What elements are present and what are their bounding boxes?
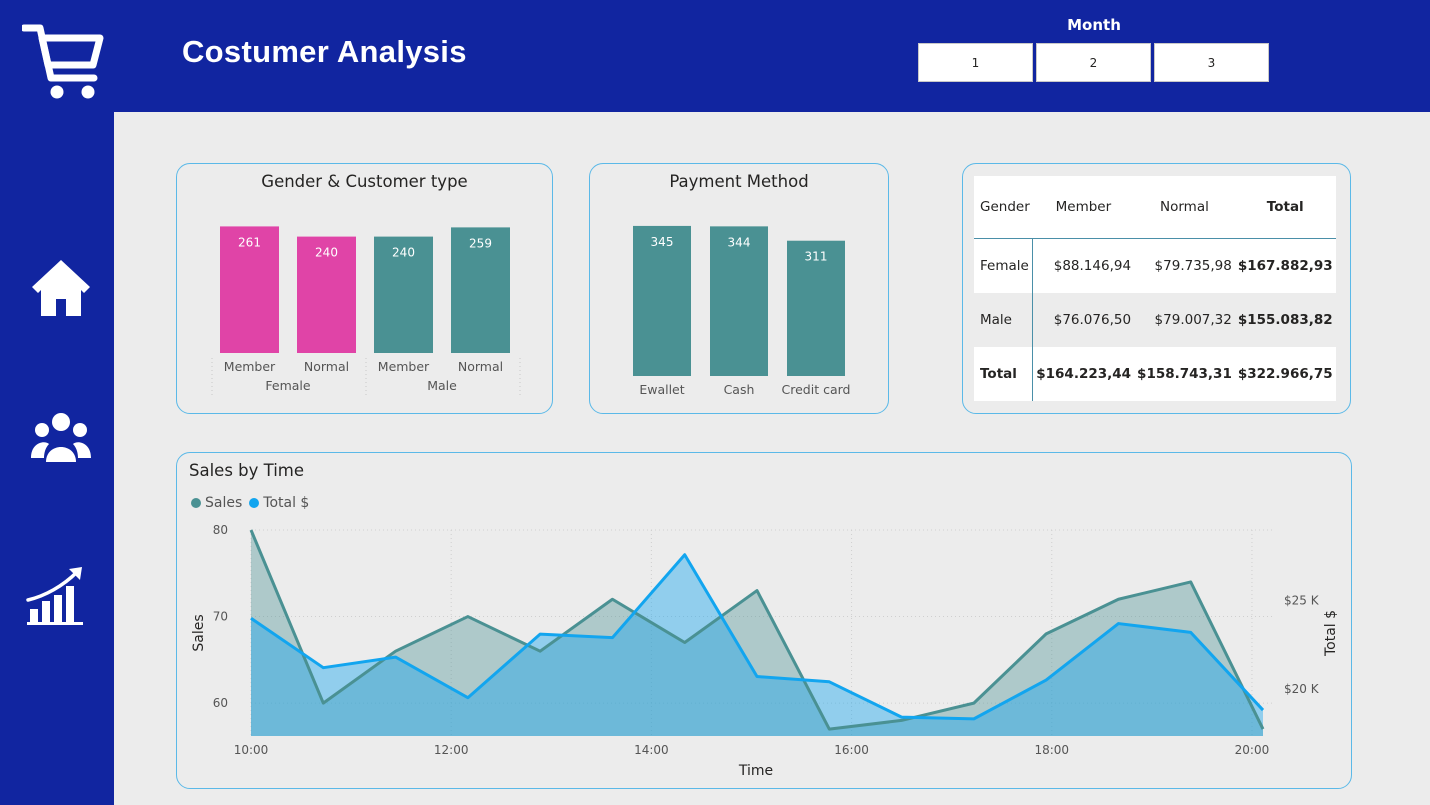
row-label-total: Total <box>974 347 1034 401</box>
home-icon[interactable] <box>30 258 92 320</box>
sidebar <box>0 0 114 805</box>
cell-value: $79.007,32 <box>1154 312 1232 328</box>
cell-total: $164.223,44 <box>1036 366 1132 382</box>
y-tick-label: 70 <box>213 610 228 624</box>
data-label: 259 <box>469 236 492 250</box>
month-option-3[interactable]: 3 <box>1154 43 1269 82</box>
cell-total: $158.743,31 <box>1137 366 1232 382</box>
data-label: 261 <box>238 235 261 249</box>
x-tick-label: 12:00 <box>434 743 469 757</box>
table-row: Female $88.146,94 $79.735,98 $167.882,93 <box>974 238 1336 293</box>
cell-value: $76.076,50 <box>1053 312 1132 328</box>
users-icon[interactable] <box>30 408 92 470</box>
x-tick-label: 14:00 <box>634 743 669 757</box>
sales-matrix: Gender Member Normal Total Female $88.14… <box>974 176 1336 401</box>
group-label: Male <box>427 378 457 393</box>
y-axis-title: Sales <box>191 614 207 651</box>
cell-total: $155.083,82 <box>1237 312 1333 328</box>
gender-customer-card: Gender & Customer type 261 Member 240 Norma… <box>176 163 553 414</box>
x-tick-label: 10:00 <box>234 743 269 757</box>
matrix-header-row: Gender Member Normal Total <box>974 176 1336 239</box>
table-row: Male $76.076,50 $79.007,32 $155.083,82 <box>974 293 1336 347</box>
category-label: Member <box>224 359 276 374</box>
x-axis-title: Time <box>738 763 773 779</box>
header-total[interactable]: Total <box>1234 176 1336 239</box>
month-slicer-label: Month <box>1067 16 1121 34</box>
category-label: Normal <box>458 359 503 374</box>
payment-method-card: Payment Method 345 Ewallet 344 Cash 311 Credi… <box>589 163 889 414</box>
data-label: 240 <box>392 246 415 260</box>
table-row: Total $164.223,44 $158.743,31 $322.966,7… <box>974 347 1336 401</box>
cell-value: $79.735,98 <box>1154 258 1232 274</box>
y-tick-label: 80 <box>213 523 228 537</box>
y2-tick-label: $25 K <box>1284 594 1320 608</box>
group-label: Female <box>265 378 311 393</box>
y2-tick-label: $20 K <box>1284 682 1320 696</box>
x-tick-label: 16:00 <box>834 743 869 757</box>
cell-grand-total: $322.966,75 <box>1237 366 1333 382</box>
data-label: 311 <box>805 250 828 264</box>
sales-by-time-card: Sales by Time Sales Total $ 80 70 60 $25 K $… <box>176 452 1352 789</box>
payment-method-chart: 345 Ewallet 344 Cash 311 Credit card <box>633 225 851 397</box>
category-label: Normal <box>304 359 349 374</box>
data-label: 344 <box>728 235 751 249</box>
row-label-male: Male <box>974 293 1034 347</box>
cart-icon[interactable] <box>22 20 104 100</box>
month-option-2[interactable]: 2 <box>1036 43 1151 82</box>
header-gender[interactable]: Gender <box>974 176 1033 239</box>
category-label: Credit card <box>782 382 851 397</box>
sales-by-time-chart: 80 70 60 $25 K $20 K 10:00 12:00 14:00 16:00 18:0… <box>191 523 1339 779</box>
header-normal[interactable]: Normal <box>1134 176 1235 239</box>
row-label-female: Female <box>974 238 1034 293</box>
page-title: Costumer Analysis <box>182 34 467 69</box>
header-member[interactable]: Member <box>1032 176 1135 239</box>
category-label: Ewallet <box>639 382 684 397</box>
month-option-1[interactable]: 1 <box>918 43 1033 82</box>
cell-total: $167.882,93 <box>1237 258 1333 274</box>
cell-value: $88.146,94 <box>1053 258 1132 274</box>
category-label: Cash <box>724 382 755 397</box>
y2-axis-title: Total $ <box>1323 610 1339 657</box>
sales-matrix-card: Gender Member Normal Total Female $88.14… <box>962 163 1351 414</box>
category-label: Member <box>378 359 430 374</box>
y-tick-label: 60 <box>213 696 228 710</box>
gender-customer-chart: 261 Member 240 Normal 240 Member 259 Normal Fema… <box>211 226 521 398</box>
growth-chart-icon[interactable] <box>25 564 87 626</box>
data-label: 240 <box>315 246 338 260</box>
x-tick-label: 20:00 <box>1235 743 1270 757</box>
data-label: 345 <box>651 235 674 249</box>
x-tick-label: 18:00 <box>1034 743 1069 757</box>
